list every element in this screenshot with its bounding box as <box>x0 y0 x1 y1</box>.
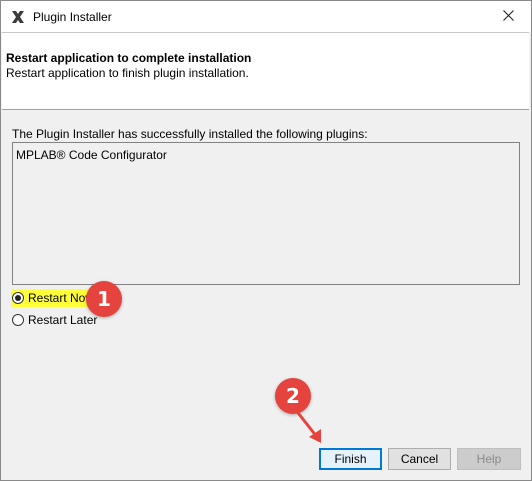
radio-selected-dot <box>15 295 21 301</box>
arrow-icon <box>293 407 321 443</box>
cancel-button[interactable]: Cancel <box>388 448 451 470</box>
plugin-installer-icon <box>10 9 26 25</box>
restart-now-radio[interactable] <box>12 292 24 304</box>
installed-plugins-label: The Plugin Installer has successfully in… <box>12 127 368 141</box>
step-badge-1: 1 <box>86 281 122 317</box>
header-title: Restart application to complete installa… <box>6 51 252 65</box>
finish-button[interactable]: Finish <box>319 448 382 470</box>
title-bar: Plugin Installer <box>1 1 531 32</box>
help-button[interactable]: Help <box>457 448 521 470</box>
plugin-installer-window: Plugin Installer Restart application to … <box>0 0 532 481</box>
close-icon <box>502 9 514 24</box>
installed-plugins-list[interactable]: MPLAB® Code Configurator <box>12 142 520 285</box>
window-title: Plugin Installer <box>33 10 112 24</box>
restart-later-radio[interactable] <box>12 314 24 326</box>
header-subtitle: Restart application to finish plugin ins… <box>6 66 249 80</box>
header-panel: Restart application to complete installa… <box>2 32 529 110</box>
restart-later-option[interactable]: Restart Later <box>11 311 97 329</box>
restart-now-label: Restart Now <box>28 291 95 305</box>
restart-later-label: Restart Later <box>28 313 98 327</box>
close-button[interactable] <box>485 1 531 32</box>
restart-now-option[interactable]: Restart Now <box>11 289 97 307</box>
list-item: MPLAB® Code Configurator <box>16 148 167 162</box>
